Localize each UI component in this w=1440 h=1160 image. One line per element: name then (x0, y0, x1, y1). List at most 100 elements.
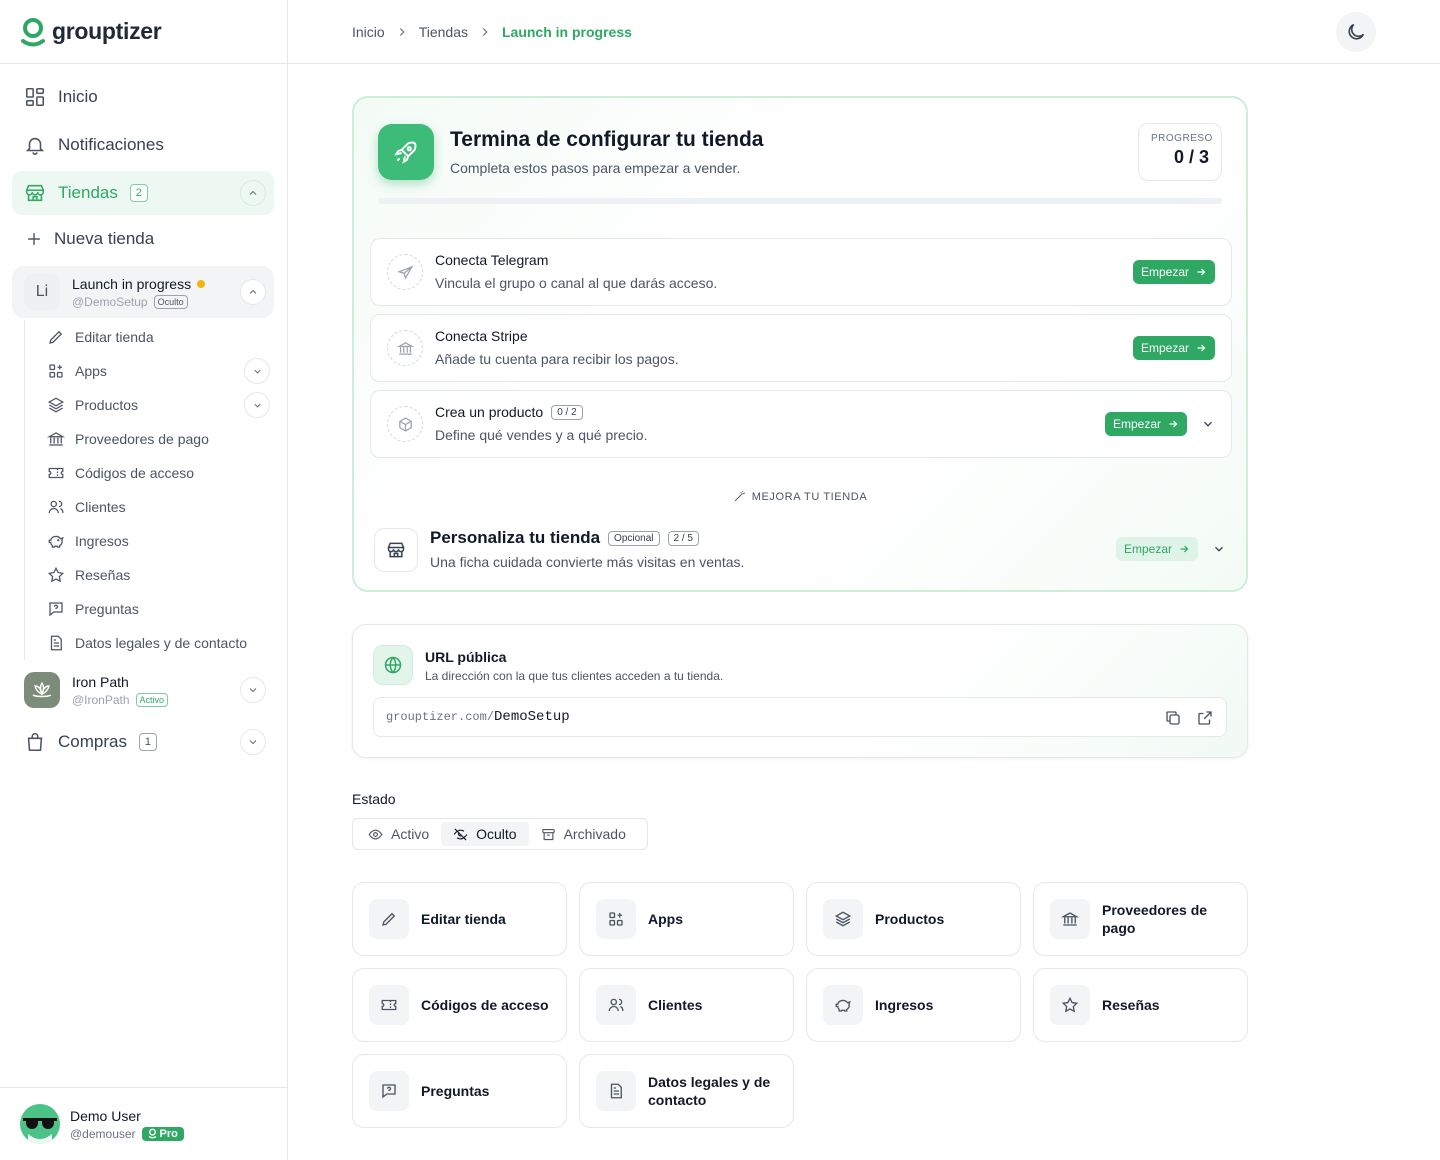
progress-bar (378, 198, 1222, 204)
submenu-label: Códigos de acceso (75, 465, 195, 481)
tile-editar-tienda[interactable]: Editar tienda (352, 882, 567, 956)
arrow-right-icon (1169, 420, 1178, 428)
personalize-count-badge: 2 / 5 (667, 530, 699, 546)
message-question-icon (369, 1071, 409, 1111)
sunglasses-icon (23, 1118, 57, 1144)
start-button-label: Empezar (1140, 265, 1189, 279)
logo[interactable]: grouptizer (0, 0, 287, 64)
layers-icon (823, 899, 863, 939)
tile-apps[interactable]: Apps (579, 882, 794, 956)
message-question-icon (49, 602, 63, 617)
piggy-bank-icon (823, 985, 863, 1025)
submenu-productos[interactable]: Productos (25, 388, 274, 422)
nav-nueva-tienda[interactable]: Nueva tienda (12, 217, 274, 261)
public-url-card: URL pública La dirección con la que tus … (352, 624, 1248, 758)
pencil-icon (369, 899, 409, 939)
submenu-ingresos[interactable]: Ingresos (25, 524, 274, 558)
bell-icon (25, 137, 45, 155)
breadcrumb-tiendas[interactable]: Tiendas (419, 24, 468, 40)
improve-divider: MEJORA TU TIENDA (354, 490, 1246, 503)
archive-icon (541, 828, 555, 840)
progress-box: PROGRESO 0 / 3 (1138, 123, 1222, 181)
start-telegram-button[interactable]: Empezar (1132, 260, 1215, 284)
submenu-codigos[interactable]: Códigos de acceso (25, 456, 274, 490)
tile-datos-legales[interactable]: Datos legales y de contacto (579, 1054, 794, 1128)
bank-icon (1050, 899, 1090, 939)
magic-wand-icon (734, 491, 745, 502)
public-url-field[interactable]: grouptizer.com/ DemoSetup (373, 697, 1227, 737)
tile-label: Apps (648, 911, 683, 927)
tile-ingresos[interactable]: Ingresos (806, 968, 1021, 1042)
submenu-resenas[interactable]: Reseñas (25, 558, 274, 592)
improve-label: MEJORA TU TIENDA (751, 490, 868, 503)
bank-icon (387, 330, 423, 366)
start-producto-button[interactable]: Empezar (1104, 412, 1187, 436)
apps-grid-icon (49, 364, 63, 378)
submenu-label: Clientes (75, 499, 126, 515)
submenu-label: Proveedores de pago (75, 431, 209, 447)
breadcrumb-inicio[interactable]: Inicio (352, 24, 385, 40)
tile-codigos[interactable]: Códigos de acceso (352, 968, 567, 1042)
expand-compras-button[interactable] (240, 729, 266, 755)
breadcrumb-current: Launch in progress (501, 23, 632, 40)
user-profile[interactable]: Demo User @demouser Pro (0, 1087, 287, 1160)
external-link-icon[interactable] (1196, 709, 1214, 727)
nav-notificaciones[interactable]: Notificaciones (12, 123, 274, 167)
estado-oculto-option[interactable]: Oculto (441, 822, 529, 846)
collapse-store-button[interactable] (240, 279, 266, 305)
submenu-label: Apps (75, 363, 107, 379)
progress-label: PROGRESO (1151, 133, 1213, 144)
estado-activo-option[interactable]: Activo (356, 822, 441, 846)
users-icon (596, 985, 636, 1025)
expand-productos-button[interactable] (244, 392, 270, 418)
submenu-apps[interactable]: Apps (25, 354, 274, 388)
tile-label: Reseñas (1102, 997, 1160, 1013)
store-name: Launch in progress (72, 276, 206, 292)
store-handle-text: @DemoSetup (72, 294, 148, 309)
chevron-right-icon (482, 27, 488, 36)
estado-option-label: Archivado (563, 826, 626, 842)
step-title-text: Crea un producto (435, 404, 544, 420)
submenu-proveedores[interactable]: Proveedores de pago (25, 422, 274, 456)
chevron-down-icon[interactable] (1201, 417, 1215, 431)
expand-apps-button[interactable] (244, 358, 270, 384)
tile-label: Códigos de acceso (421, 997, 549, 1013)
nav-inicio-label: Inicio (58, 87, 98, 106)
nav-inicio[interactable]: Inicio (12, 75, 274, 119)
logo-mini-icon (148, 1128, 156, 1139)
estado-archivado-option[interactable]: Archivado (529, 822, 638, 846)
nav-tiendas-label: Tiendas (58, 183, 118, 202)
eye-icon (368, 829, 383, 839)
store-launch-in-progress[interactable]: Li Launch in progress @DemoSetup Oculto (12, 266, 274, 318)
step-title: Crea un producto 0 / 2 (435, 404, 583, 420)
plus-icon (28, 233, 40, 245)
personalize-title: Personaliza tu tienda Opcional 2 / 5 (430, 528, 699, 548)
tile-resenas[interactable]: Reseñas (1033, 968, 1248, 1042)
setup-card: Termina de configurar tu tienda Completa… (352, 96, 1248, 592)
piggy-bank-icon (48, 535, 64, 548)
submenu-datos-legales[interactable]: Datos legales y de contacto (25, 626, 274, 660)
tile-label: Editar tienda (421, 911, 506, 927)
tile-productos[interactable]: Productos (806, 882, 1021, 956)
tile-clientes[interactable]: Clientes (579, 968, 794, 1042)
url-title: URL pública (425, 649, 507, 665)
collapse-tiendas-button[interactable] (240, 180, 266, 206)
copy-icon[interactable] (1164, 709, 1182, 727)
step-subtitle: Define qué vendes y a qué precio. (435, 427, 648, 443)
nav-compras[interactable]: Compras 1 (12, 720, 274, 764)
submenu-clientes[interactable]: Clientes (25, 490, 274, 524)
start-personalize-button[interactable]: Empezar (1115, 537, 1198, 561)
submenu-editar-tienda[interactable]: Editar tienda (25, 320, 274, 354)
users-icon (48, 500, 64, 514)
grouptizer-logo-icon (21, 17, 45, 46)
tile-proveedores[interactable]: Proveedores de pago (1033, 882, 1248, 956)
submenu-preguntas[interactable]: Preguntas (25, 592, 274, 626)
nav-tiendas[interactable]: Tiendas 2 (12, 171, 274, 215)
theme-toggle-button[interactable] (1336, 12, 1376, 52)
store-iron-path[interactable]: Iron Path @IronPath Activo (12, 664, 274, 716)
start-stripe-button[interactable]: Empezar (1132, 336, 1215, 360)
chevron-down-icon[interactable] (1212, 542, 1226, 556)
tile-preguntas[interactable]: Preguntas (352, 1054, 567, 1128)
expand-store-button[interactable] (240, 677, 266, 703)
url-host: grouptizer.com/ (386, 710, 495, 724)
